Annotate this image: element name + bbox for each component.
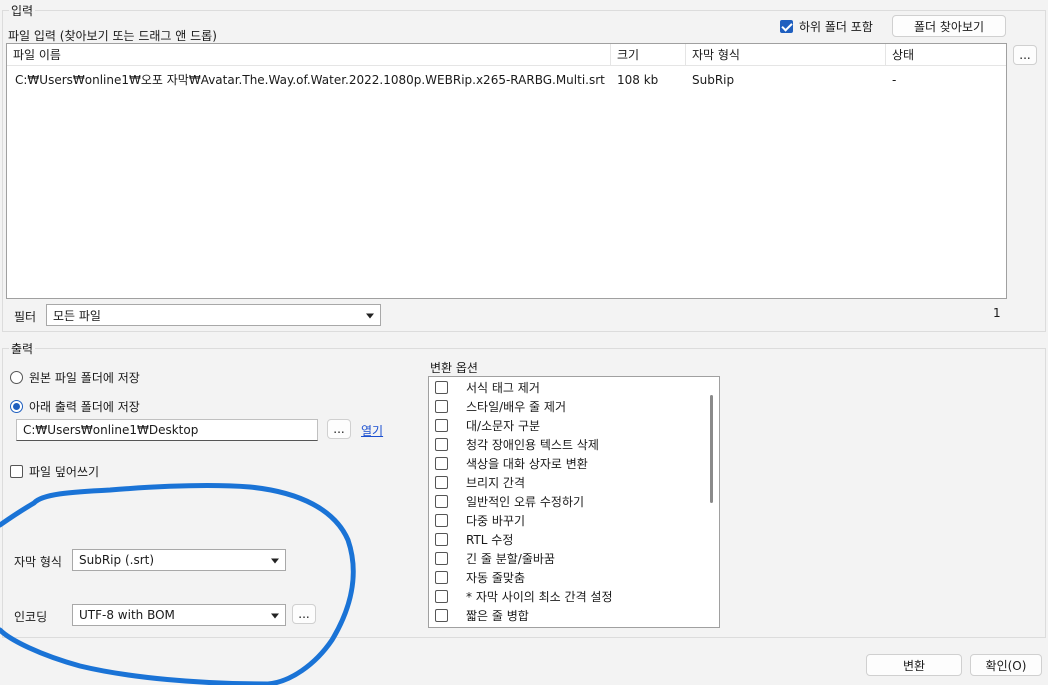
option-checkbox-icon[interactable] bbox=[435, 533, 448, 546]
radio-output-folder[interactable]: 아래 출력 폴더에 저장 bbox=[10, 398, 140, 415]
conversion-option-item[interactable]: 일반적인 오류 수정하기 bbox=[429, 492, 719, 511]
output-group-title: 출력 bbox=[9, 340, 36, 357]
file-count: 1 bbox=[993, 306, 1001, 320]
conversion-options-items: 서식 태그 제거스타일/배우 줄 제거대/소문자 구분청각 장애인용 텍스트 삭… bbox=[429, 377, 719, 625]
include-subfolders-checkbox[interactable]: 하위 폴더 포함 bbox=[780, 18, 873, 35]
conversion-option-item[interactable]: 긴 줄 분할/줄바꿈 bbox=[429, 549, 719, 568]
include-subfolders-label: 하위 폴더 포함 bbox=[799, 20, 873, 34]
conversion-option-item[interactable]: 청각 장애인용 텍스트 삭제 bbox=[429, 435, 719, 454]
file-input-label: 파일 입력 (찾아보기 또는 드래그 앤 드롭) bbox=[8, 29, 217, 43]
option-checkbox-icon[interactable] bbox=[435, 609, 448, 622]
conversion-option-item[interactable]: 서식 태그 제거 bbox=[429, 378, 719, 397]
option-label: 서식 태그 제거 bbox=[466, 381, 540, 395]
conversion-options-list[interactable]: 서식 태그 제거스타일/배우 줄 제거대/소문자 구분청각 장애인용 텍스트 삭… bbox=[428, 376, 720, 628]
options-scrollbar[interactable] bbox=[710, 395, 713, 503]
option-checkbox-icon[interactable] bbox=[435, 514, 448, 527]
conversion-option-item[interactable]: 색상을 대화 상자로 변환 bbox=[429, 454, 719, 473]
chevron-down-icon bbox=[271, 613, 279, 619]
output-path-input[interactable]: C:₩Users₩online1₩Desktop bbox=[16, 419, 318, 441]
option-checkbox-icon[interactable] bbox=[435, 590, 448, 603]
conversion-option-item[interactable]: * 자막 사이의 최소 간격 설정 bbox=[429, 587, 719, 606]
chevron-down-icon bbox=[271, 558, 279, 564]
filter-label: 필터 bbox=[14, 310, 37, 324]
input-more-button[interactable]: ... bbox=[1013, 45, 1037, 65]
option-label: 청각 장애인용 텍스트 삭제 bbox=[466, 438, 599, 452]
file-list-header: 파일 이름 크기 자막 형식 상태 bbox=[7, 44, 1006, 66]
file-status-cell: - bbox=[892, 73, 897, 87]
column-header-format[interactable]: 자막 형식 bbox=[686, 44, 886, 66]
output-browse-button[interactable]: ... bbox=[327, 419, 351, 439]
option-label: 스타일/배우 줄 제거 bbox=[466, 400, 566, 414]
file-name-cell: C:₩Users₩online1₩오포 자막₩Avatar.The.Way.of… bbox=[15, 73, 605, 87]
encoding-select[interactable]: UTF-8 with BOM bbox=[72, 604, 286, 626]
ok-button[interactable]: 확인(O) bbox=[970, 654, 1042, 676]
include-subfolders-check-icon bbox=[780, 20, 793, 33]
column-header-filename[interactable]: 파일 이름 bbox=[7, 44, 611, 66]
option-checkbox-icon[interactable] bbox=[435, 400, 448, 413]
open-folder-link[interactable]: 열기 bbox=[361, 422, 383, 439]
option-checkbox-icon[interactable] bbox=[435, 552, 448, 565]
option-label: 짧은 줄 병합 bbox=[466, 609, 529, 623]
chevron-down-icon bbox=[366, 313, 374, 319]
radio-output-folder-label: 아래 출력 폴더에 저장 bbox=[29, 400, 140, 414]
option-label: RTL 수정 bbox=[466, 533, 514, 547]
option-checkbox-icon[interactable] bbox=[435, 438, 448, 451]
conversion-options-title: 변환 옵션 bbox=[430, 361, 478, 375]
option-checkbox-icon[interactable] bbox=[435, 571, 448, 584]
encoding-label: 인코딩 bbox=[14, 610, 48, 624]
option-checkbox-icon[interactable] bbox=[435, 495, 448, 508]
conversion-option-item[interactable]: 다중 바꾸기 bbox=[429, 511, 719, 530]
option-label: 다중 바꾸기 bbox=[466, 514, 526, 528]
option-checkbox-icon[interactable] bbox=[435, 381, 448, 394]
radio-source-folder-label: 원본 파일 폴더에 저장 bbox=[29, 371, 140, 385]
filter-select-value: 모든 파일 bbox=[53, 308, 101, 323]
input-group-title: 입력 bbox=[9, 2, 36, 19]
filter-select[interactable]: 모든 파일 bbox=[46, 304, 381, 326]
conversion-option-item[interactable]: 대/소문자 구분 bbox=[429, 416, 719, 435]
subtitle-format-value: SubRip (.srt) bbox=[79, 553, 155, 567]
option-label: 자동 줄맞춤 bbox=[466, 571, 526, 585]
radio-source-folder[interactable]: 원본 파일 폴더에 저장 bbox=[10, 369, 140, 386]
overwrite-label: 파일 덮어쓰기 bbox=[29, 465, 100, 479]
conversion-option-item[interactable]: 짧은 줄 병합 bbox=[429, 606, 719, 625]
overwrite-check-icon bbox=[10, 465, 23, 478]
convert-button[interactable]: 변환 bbox=[866, 654, 962, 676]
option-label: 색상을 대화 상자로 변환 bbox=[466, 457, 588, 471]
radio-selected-icon bbox=[10, 400, 23, 413]
overwrite-checkbox[interactable]: 파일 덮어쓰기 bbox=[10, 463, 99, 480]
column-header-status[interactable]: 상태 bbox=[886, 44, 1006, 66]
option-checkbox-icon[interactable] bbox=[435, 419, 448, 432]
browse-folder-button[interactable]: 폴더 찾아보기 bbox=[892, 15, 1006, 37]
option-checkbox-icon[interactable] bbox=[435, 457, 448, 470]
file-size-cell: 108 kb bbox=[617, 73, 659, 87]
option-label: 브리지 간격 bbox=[466, 476, 526, 490]
option-label: 일반적인 오류 수정하기 bbox=[466, 495, 585, 509]
output-path-value: C:₩Users₩online1₩Desktop bbox=[23, 423, 199, 437]
encoding-value: UTF-8 with BOM bbox=[79, 608, 175, 622]
conversion-option-item[interactable]: 브리지 간격 bbox=[429, 473, 719, 492]
subtitle-format-select[interactable]: SubRip (.srt) bbox=[72, 549, 286, 571]
column-header-size[interactable]: 크기 bbox=[611, 44, 686, 66]
conversion-option-item[interactable]: RTL 수정 bbox=[429, 530, 719, 549]
option-label: 긴 줄 분할/줄바꿈 bbox=[466, 552, 555, 566]
option-checkbox-icon[interactable] bbox=[435, 476, 448, 489]
subtitle-format-label: 자막 형식 bbox=[14, 555, 62, 569]
conversion-option-item[interactable]: 스타일/배우 줄 제거 bbox=[429, 397, 719, 416]
radio-icon bbox=[10, 371, 23, 384]
option-label: 대/소문자 구분 bbox=[466, 419, 541, 433]
encoding-more-button[interactable]: ... bbox=[292, 604, 316, 624]
conversion-option-item[interactable]: 자동 줄맞춤 bbox=[429, 568, 719, 587]
file-list[interactable]: 파일 이름 크기 자막 형식 상태 C:₩Users₩online1₩오포 자막… bbox=[6, 43, 1007, 299]
option-label: * 자막 사이의 최소 간격 설정 bbox=[466, 590, 613, 604]
file-format-cell: SubRip bbox=[692, 73, 735, 87]
